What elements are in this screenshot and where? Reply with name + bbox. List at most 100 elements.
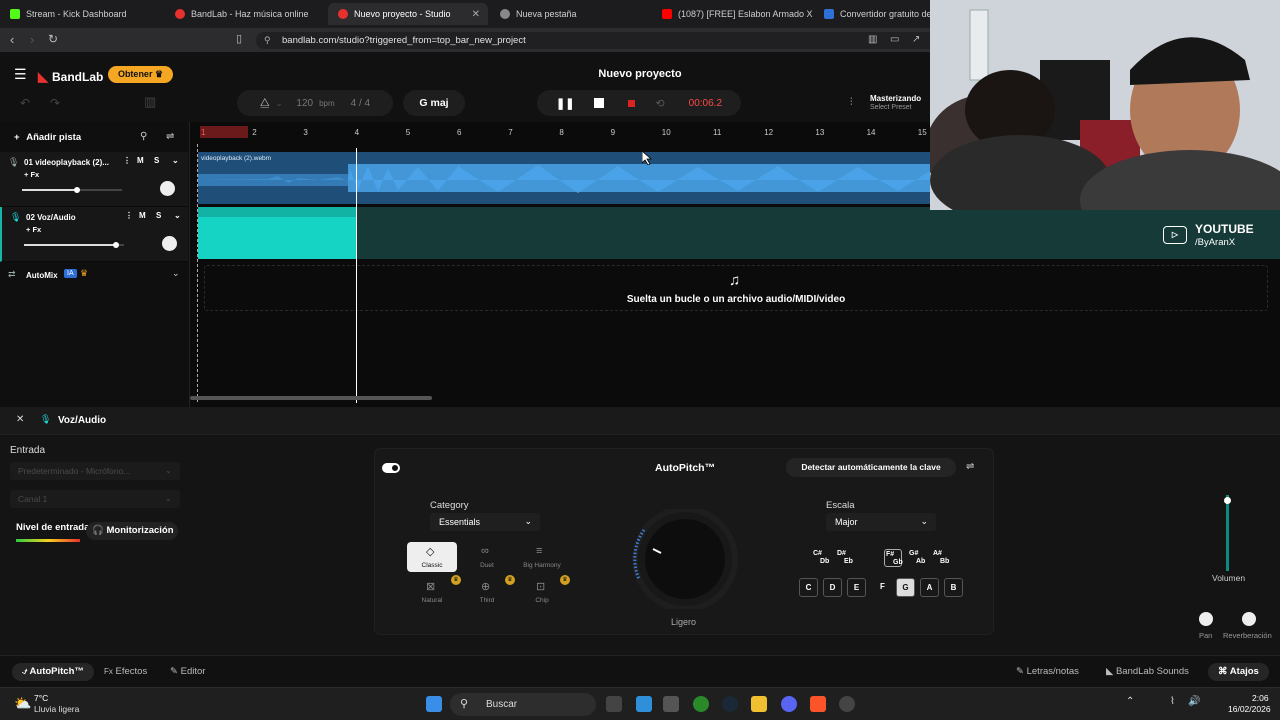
tab-converter[interactable]: Convertidor gratuito de Vi xyxy=(814,3,934,25)
key-c-sharp[interactable]: C# Db xyxy=(812,549,830,567)
tab-new[interactable]: Nueva pestaña xyxy=(490,3,652,25)
tab-shortcuts[interactable]: ⌘ Atajos xyxy=(1208,663,1269,681)
mail-icon[interactable] xyxy=(636,696,652,712)
add-fx-button[interactable]: + Fx xyxy=(26,225,41,234)
pan-knob[interactable] xyxy=(162,236,177,251)
redo-icon[interactable]: ↷ xyxy=(50,96,60,110)
undo-icon[interactable]: ↶ xyxy=(20,96,30,110)
close-icon[interactable]: ✕ xyxy=(472,9,480,20)
obs-icon[interactable] xyxy=(839,696,855,712)
key-c[interactable]: C xyxy=(799,578,818,597)
playhead[interactable] xyxy=(356,148,357,403)
store-icon[interactable] xyxy=(663,696,679,712)
url-input[interactable]: ⚲ bandlab.com/studio?triggered_from=top_… xyxy=(256,32,936,49)
key-f[interactable]: F xyxy=(873,578,892,597)
automix-row[interactable]: ⇄ AutoMix IA ♛ ⌄ xyxy=(0,264,188,286)
tab-effects[interactable]: Fx Efectos xyxy=(104,663,147,681)
add-fx-button[interactable]: + Fx xyxy=(24,170,39,179)
reload-icon[interactable]: ↻ xyxy=(48,32,58,46)
get-membership-button[interactable]: Obtener ♛ xyxy=(108,66,173,83)
discord-icon[interactable] xyxy=(781,696,797,712)
record-button[interactable] xyxy=(628,99,636,107)
tab-sounds[interactable]: ◣ BandLab Sounds xyxy=(1106,663,1189,681)
key-e[interactable]: E xyxy=(847,578,866,597)
tune-icon[interactable]: ⚲ xyxy=(140,131,147,142)
metronome-icon[interactable]: ⧋ xyxy=(260,97,270,110)
mixer-icon[interactable]: ▥ xyxy=(144,94,156,110)
preset-big-harmony[interactable]: ≡ Big Harmony xyxy=(517,542,567,572)
brave-icon[interactable] xyxy=(810,696,826,712)
pause-button[interactable]: ❚❚ xyxy=(556,97,574,110)
key-a-sharp[interactable]: A# Bb xyxy=(932,549,950,567)
input-device-select[interactable]: Predeterminado - Micrófono... ⌄ xyxy=(10,462,180,480)
chevron-down-icon[interactable]: ⌄ xyxy=(174,211,181,220)
settings-icon[interactable]: ⇌ xyxy=(166,131,174,142)
key-a[interactable]: A xyxy=(920,578,939,597)
tray-chevron-icon[interactable]: ⌃ xyxy=(1126,696,1134,707)
volume-fader[interactable] xyxy=(1224,495,1231,571)
tab-studio[interactable]: Nuevo proyecto - Studio ✕ xyxy=(328,3,488,25)
solo-button[interactable]: S xyxy=(156,211,161,220)
track-header[interactable]: 🎙 02 Voz/Audio + Fx ⋮ M S ⌄ xyxy=(0,207,188,262)
key-b[interactable]: B xyxy=(944,578,963,597)
key-control[interactable]: G maj xyxy=(403,90,465,116)
screenshot-icon[interactable]: ▭ xyxy=(890,34,899,45)
track-name[interactable]: 02 Voz/Audio xyxy=(26,213,76,222)
forward-icon[interactable]: › xyxy=(30,32,34,47)
volume-thumb[interactable] xyxy=(74,187,80,193)
channel-select[interactable]: Canal 1 ⌄ xyxy=(10,490,180,508)
fader-thumb[interactable] xyxy=(1224,497,1231,504)
taskbar-search[interactable]: ⚲ Buscar xyxy=(450,693,596,716)
volume-slider[interactable] xyxy=(22,187,122,193)
wifi-icon[interactable]: ⌇ xyxy=(1170,696,1175,707)
stop-button[interactable] xyxy=(594,98,605,108)
bandlab-logo[interactable]: ◣ BandLab xyxy=(38,69,103,85)
detect-key-button[interactable]: Detectar automáticamente la clave xyxy=(786,458,956,477)
share-icon[interactable]: ↗ xyxy=(912,34,920,45)
bookmark-icon[interactable]: ▯ xyxy=(236,32,242,45)
recorded-clip[interactable] xyxy=(198,207,356,259)
tab-autopitch[interactable]: ⍻ AutoPitch™ xyxy=(12,663,94,681)
volume-thumb[interactable] xyxy=(113,242,119,248)
folder-icon[interactable] xyxy=(751,696,767,712)
more-icon[interactable]: ⋮ xyxy=(123,156,131,165)
reverb-knob[interactable] xyxy=(1242,612,1256,626)
project-title[interactable]: Nuevo proyecto xyxy=(540,68,740,80)
volume-icon[interactable]: 🔊 xyxy=(1188,696,1200,707)
solo-button[interactable]: S xyxy=(154,156,159,165)
site-info-icon[interactable]: ⚲ xyxy=(264,32,271,49)
track-header[interactable]: 🎙 01 videoplayback (2)... + Fx ⋮ M S ⌄ xyxy=(0,152,188,207)
tab-youtube[interactable]: (1087) [FREE] Eslabon Armado X Dan xyxy=(652,3,814,25)
add-track-button[interactable]: + Añadir pista xyxy=(14,132,81,143)
tab-editor[interactable]: ✎ Editor xyxy=(170,663,205,681)
key-f-sharp[interactable]: F# Gb xyxy=(884,549,903,567)
mute-button[interactable]: M xyxy=(137,156,144,165)
drop-zone[interactable]: ♫ Suelta un bucle o un archivo audio/MID… xyxy=(204,265,1268,311)
category-select[interactable]: Essentials ⌄ xyxy=(430,513,540,531)
clock-date[interactable]: 16/02/2026 xyxy=(1228,704,1271,714)
back-icon[interactable]: ‹ xyxy=(10,32,14,47)
preset-duet[interactable]: ∞ Duet xyxy=(462,542,512,572)
pan-knob[interactable] xyxy=(160,181,175,196)
loop-icon[interactable]: ⟲ xyxy=(655,97,664,110)
clock-time[interactable]: 2:06 xyxy=(1252,693,1269,703)
preset-classic[interactable]: ◇ Classic xyxy=(407,542,457,572)
mute-button[interactable]: M xyxy=(139,211,146,220)
key-d-sharp[interactable]: D# Eb xyxy=(836,549,854,567)
key-d[interactable]: D xyxy=(823,578,842,597)
time-signature[interactable]: 4 / 4 xyxy=(351,98,370,109)
windows-start-icon[interactable] xyxy=(426,696,442,712)
scale-select[interactable]: Major ⌄ xyxy=(826,513,936,531)
steam-icon[interactable] xyxy=(722,696,738,712)
bpm-value[interactable]: 120 xyxy=(296,98,313,109)
preset-natural[interactable]: ⊠ Natural xyxy=(407,577,457,607)
sidebar-icon[interactable]: ▥ xyxy=(868,34,877,45)
tab-kick[interactable]: Stream - Kick Dashboard xyxy=(0,3,165,25)
autopitch-toggle[interactable] xyxy=(382,463,400,473)
settings-sliders-icon[interactable]: ⇌ xyxy=(966,461,974,472)
track-name[interactable]: 01 videoplayback (2)... xyxy=(24,158,109,167)
close-icon[interactable]: ✕ xyxy=(16,414,24,425)
track-lane[interactable] xyxy=(198,207,1280,259)
monitoring-button[interactable]: 🎧 Monitorización xyxy=(86,522,178,540)
more-icon[interactable]: ⋮ xyxy=(125,211,133,220)
